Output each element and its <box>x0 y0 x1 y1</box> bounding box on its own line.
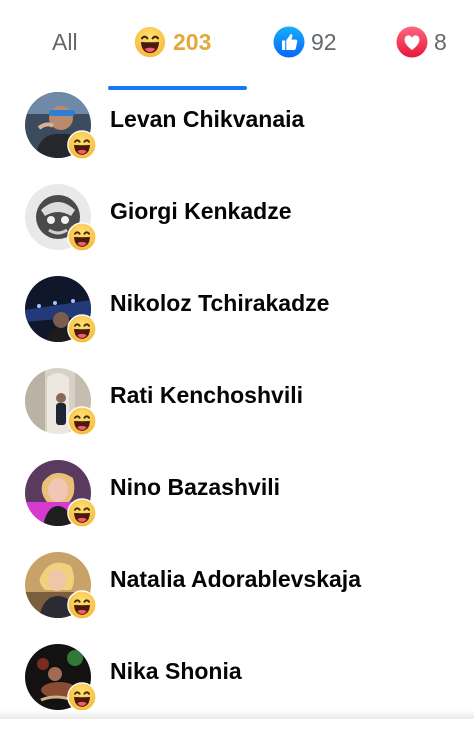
haha-icon <box>67 498 97 528</box>
avatar-wrap <box>25 368 97 440</box>
avatar-wrap <box>25 92 97 164</box>
avatar-wrap <box>25 184 97 256</box>
person-name[interactable]: Rati Kenchoshvili <box>110 382 303 409</box>
reaction-tabs: All 203 92 8 <box>0 0 474 92</box>
haha-icon <box>133 25 167 59</box>
list-item[interactable]: Giorgi Kenkadze <box>0 184 474 276</box>
person-name[interactable]: Levan Chikvanaia <box>110 106 304 133</box>
tab-haha[interactable]: 203 <box>133 20 211 64</box>
haha-icon <box>67 682 97 712</box>
avatar-wrap <box>25 460 97 532</box>
avatar-wrap <box>25 276 97 348</box>
avatar-wrap <box>25 644 97 716</box>
haha-icon <box>67 406 97 436</box>
list-item[interactable]: Levan Chikvanaia <box>0 92 474 184</box>
list-item[interactable]: Rati Kenchoshvili <box>0 368 474 460</box>
person-name[interactable]: Natalia Adorablevskaja <box>110 566 361 593</box>
tab-like-count: 92 <box>311 28 337 55</box>
list-item[interactable]: Nikoloz Tchirakadze <box>0 276 474 368</box>
tab-love[interactable]: 8 <box>396 20 447 64</box>
like-icon <box>273 26 305 58</box>
avatar-wrap <box>25 552 97 624</box>
person-name[interactable]: Nikoloz Tchirakadze <box>110 290 329 317</box>
haha-icon <box>67 130 97 160</box>
list-item[interactable]: Nika Shonia <box>0 644 474 736</box>
tab-haha-count: 203 <box>173 28 212 55</box>
active-tab-indicator <box>108 86 247 90</box>
tab-all[interactable]: All <box>52 20 78 64</box>
scroll-edge <box>0 710 474 719</box>
love-icon <box>396 26 428 58</box>
person-name[interactable]: Giorgi Kenkadze <box>110 198 291 225</box>
tab-love-count: 8 <box>434 28 447 55</box>
tab-all-label: All <box>52 28 78 55</box>
tab-like[interactable]: 92 <box>273 20 337 64</box>
list-item[interactable]: Natalia Adorablevskaja <box>0 552 474 644</box>
haha-icon <box>67 590 97 620</box>
haha-icon <box>67 222 97 252</box>
person-name[interactable]: Nika Shonia <box>110 658 242 685</box>
list-item[interactable]: Nino Bazashvili <box>0 460 474 552</box>
haha-icon <box>67 314 97 344</box>
person-name[interactable]: Nino Bazashvili <box>110 474 280 501</box>
